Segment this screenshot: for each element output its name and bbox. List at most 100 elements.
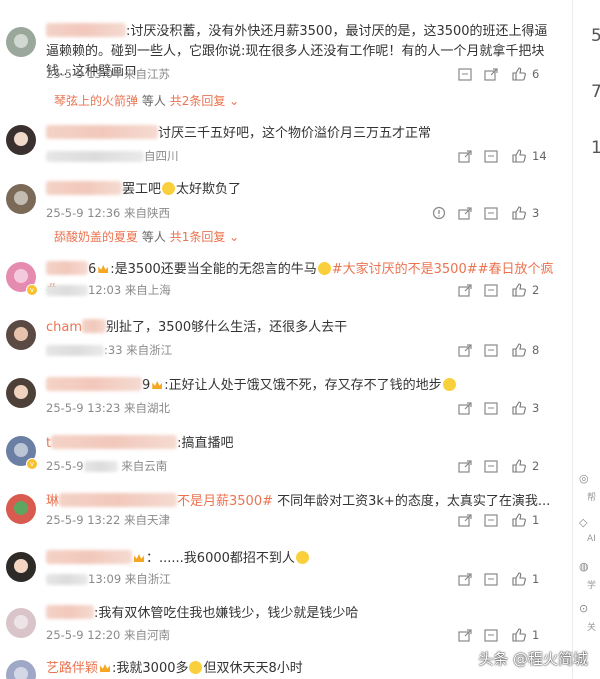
study-icon[interactable]: ◍ bbox=[579, 560, 591, 573]
comment-text: t:搞直播吧 bbox=[46, 435, 234, 451]
comment-item: 讨厌三千五好吧，这个物价溢价月三万五才正常 自四川 14 bbox=[0, 120, 572, 175]
comment-actions: 1 bbox=[452, 512, 552, 528]
comment-actions: 8 bbox=[452, 342, 552, 358]
like-button[interactable]: 6 bbox=[512, 67, 552, 81]
comment-item: cham 别扯了，3500够什么生活，还很多人去干 :33 来自浙江 8 bbox=[0, 314, 572, 372]
thumbs-up-icon bbox=[512, 149, 526, 163]
comment-meta: 25-5-9 13:23 来自湖北 bbox=[46, 401, 171, 415]
like-button[interactable]: 1 bbox=[512, 628, 552, 642]
forward-icon[interactable] bbox=[452, 148, 478, 164]
sidebar-label: 学 bbox=[587, 581, 597, 591]
comment-actions: 2 bbox=[452, 458, 552, 474]
comment-actions: 1 bbox=[452, 627, 552, 643]
crown-icon bbox=[134, 554, 144, 562]
avatar[interactable] bbox=[6, 27, 36, 57]
comment-icon[interactable] bbox=[478, 458, 504, 474]
emoji-icon bbox=[189, 661, 203, 674]
avatar[interactable] bbox=[6, 320, 36, 350]
topic-link[interactable]: 不是月薪3500# bbox=[177, 494, 273, 509]
verified-badge: v bbox=[26, 458, 38, 470]
username[interactable]: 艺路伴颖 bbox=[46, 661, 98, 676]
thumbs-up-icon bbox=[512, 401, 526, 415]
thumbs-up-icon bbox=[512, 206, 526, 220]
avatar[interactable] bbox=[6, 184, 36, 214]
rank-number: 5 bbox=[591, 26, 600, 46]
comment-item: 9:正好让人处于饿又饿不死，存又存不了钱的地步 25-5-9 13:23 来自湖… bbox=[0, 372, 572, 430]
crown-icon bbox=[152, 381, 163, 389]
comment-icon[interactable] bbox=[478, 205, 504, 221]
comment-text: ：......我6000都招不到人 bbox=[46, 549, 554, 569]
comment-item: 琳不是月薪3500# 不同年龄对工资3k+的态度，太真实了在演我... 25-5… bbox=[0, 488, 572, 546]
verified-badge: v bbox=[26, 284, 38, 296]
forward-icon[interactable] bbox=[452, 282, 478, 298]
forward-icon[interactable] bbox=[452, 458, 478, 474]
avatar[interactable] bbox=[6, 608, 36, 638]
watermark: 头条 @程火简城 bbox=[478, 650, 588, 668]
avatar[interactable] bbox=[6, 494, 36, 524]
comment-actions: 3 bbox=[426, 205, 552, 221]
forward-icon[interactable] bbox=[452, 205, 478, 221]
comment-icon[interactable] bbox=[452, 66, 478, 82]
comment-actions: 6 bbox=[452, 66, 552, 82]
sidebar-label: 帮 bbox=[587, 493, 597, 503]
emoji-icon bbox=[162, 182, 176, 195]
thumbs-up-icon bbox=[512, 513, 526, 527]
comment-meta: 13:09 来自浙江 bbox=[46, 571, 171, 587]
comment-actions: 14 bbox=[452, 148, 552, 164]
forward-icon[interactable] bbox=[452, 342, 478, 358]
username[interactable]: 琳 bbox=[46, 494, 59, 509]
avatar[interactable] bbox=[6, 378, 36, 408]
comment-meta: 25-5-9 12:36 来自陕西 bbox=[46, 206, 171, 220]
comment-item: :讨厌没积蓄，没有外快还月薪3500，最讨厌的是，这3500的班还上得逼逼赖赖的… bbox=[0, 0, 572, 120]
comment-icon[interactable] bbox=[478, 342, 504, 358]
comment-item: ：......我6000都招不到人 13:09 来自浙江 1 bbox=[0, 546, 572, 604]
forward-icon[interactable] bbox=[452, 627, 478, 643]
topic-link[interactable]: #大家讨厌的不是3500# bbox=[332, 262, 478, 277]
comment-icon[interactable] bbox=[478, 400, 504, 416]
comment-actions: 2 bbox=[452, 282, 552, 298]
about-icon[interactable]: ⊙ bbox=[579, 602, 591, 615]
comment-icon[interactable] bbox=[478, 512, 504, 528]
thumbs-up-icon bbox=[512, 283, 526, 297]
like-button[interactable]: 3 bbox=[512, 206, 552, 220]
forward-icon[interactable] bbox=[478, 66, 504, 82]
comment-meta: 12:03 来自上海 bbox=[46, 282, 171, 298]
comment-meta: 25-5-9 13:22 来自天津 bbox=[46, 513, 171, 527]
comment-actions: 1 bbox=[452, 571, 552, 587]
ai-icon[interactable]: ◇ bbox=[579, 516, 591, 529]
like-button[interactable]: 2 bbox=[512, 459, 552, 473]
comment-text: 讨厌三千五好吧，这个物价溢价月三万五才正常 bbox=[46, 124, 554, 144]
comment-icon[interactable] bbox=[478, 627, 504, 643]
thumbs-up-icon bbox=[512, 459, 526, 473]
comment-icon[interactable] bbox=[478, 148, 504, 164]
chevron-down-icon: ⌄ bbox=[229, 94, 240, 108]
avatar[interactable] bbox=[6, 125, 36, 155]
replies-link[interactable]: 舔酸奶盖的夏夏 等人 共1条回复 ⌄ bbox=[54, 228, 239, 245]
replies-link[interactable]: 琴弦上的火箭弹 等人 共2条回复 ⌄ bbox=[54, 92, 239, 109]
avatar[interactable] bbox=[6, 552, 36, 582]
help-icon[interactable]: ◎ bbox=[579, 472, 591, 485]
like-button[interactable]: 2 bbox=[512, 283, 552, 297]
like-button[interactable]: 14 bbox=[512, 149, 552, 163]
crown-icon bbox=[98, 265, 109, 273]
comment-meta: 25-5-9 13:04 来自江苏 bbox=[46, 67, 171, 81]
comment-feed: :讨厌没积蓄，没有外快还月薪3500，最讨厌的是，这3500的班还上得逼逼赖赖的… bbox=[0, 0, 572, 679]
comment-meta: 25-5-9 来自云南 bbox=[46, 459, 168, 473]
forward-icon[interactable] bbox=[452, 571, 478, 587]
like-button[interactable]: 1 bbox=[512, 513, 552, 527]
report-icon[interactable] bbox=[426, 205, 452, 221]
sidebar-label: AI bbox=[587, 534, 596, 544]
like-button[interactable]: 1 bbox=[512, 572, 552, 586]
forward-icon[interactable] bbox=[452, 512, 478, 528]
chevron-down-icon: ⌄ bbox=[229, 230, 240, 244]
comment-icon[interactable] bbox=[478, 282, 504, 298]
comment-item: v t:搞直播吧 25-5-9 来自云南 2 bbox=[0, 430, 572, 488]
avatar[interactable] bbox=[6, 660, 36, 679]
comment-text: :我有双休管吃住我也嫌钱少，钱少就是钱少哈 bbox=[46, 604, 554, 624]
rank-number: 1 bbox=[591, 138, 600, 158]
like-button[interactable]: 8 bbox=[512, 343, 552, 357]
username[interactable]: cham bbox=[46, 320, 82, 335]
forward-icon[interactable] bbox=[452, 400, 478, 416]
comment-icon[interactable] bbox=[478, 571, 504, 587]
like-button[interactable]: 3 bbox=[512, 401, 552, 415]
